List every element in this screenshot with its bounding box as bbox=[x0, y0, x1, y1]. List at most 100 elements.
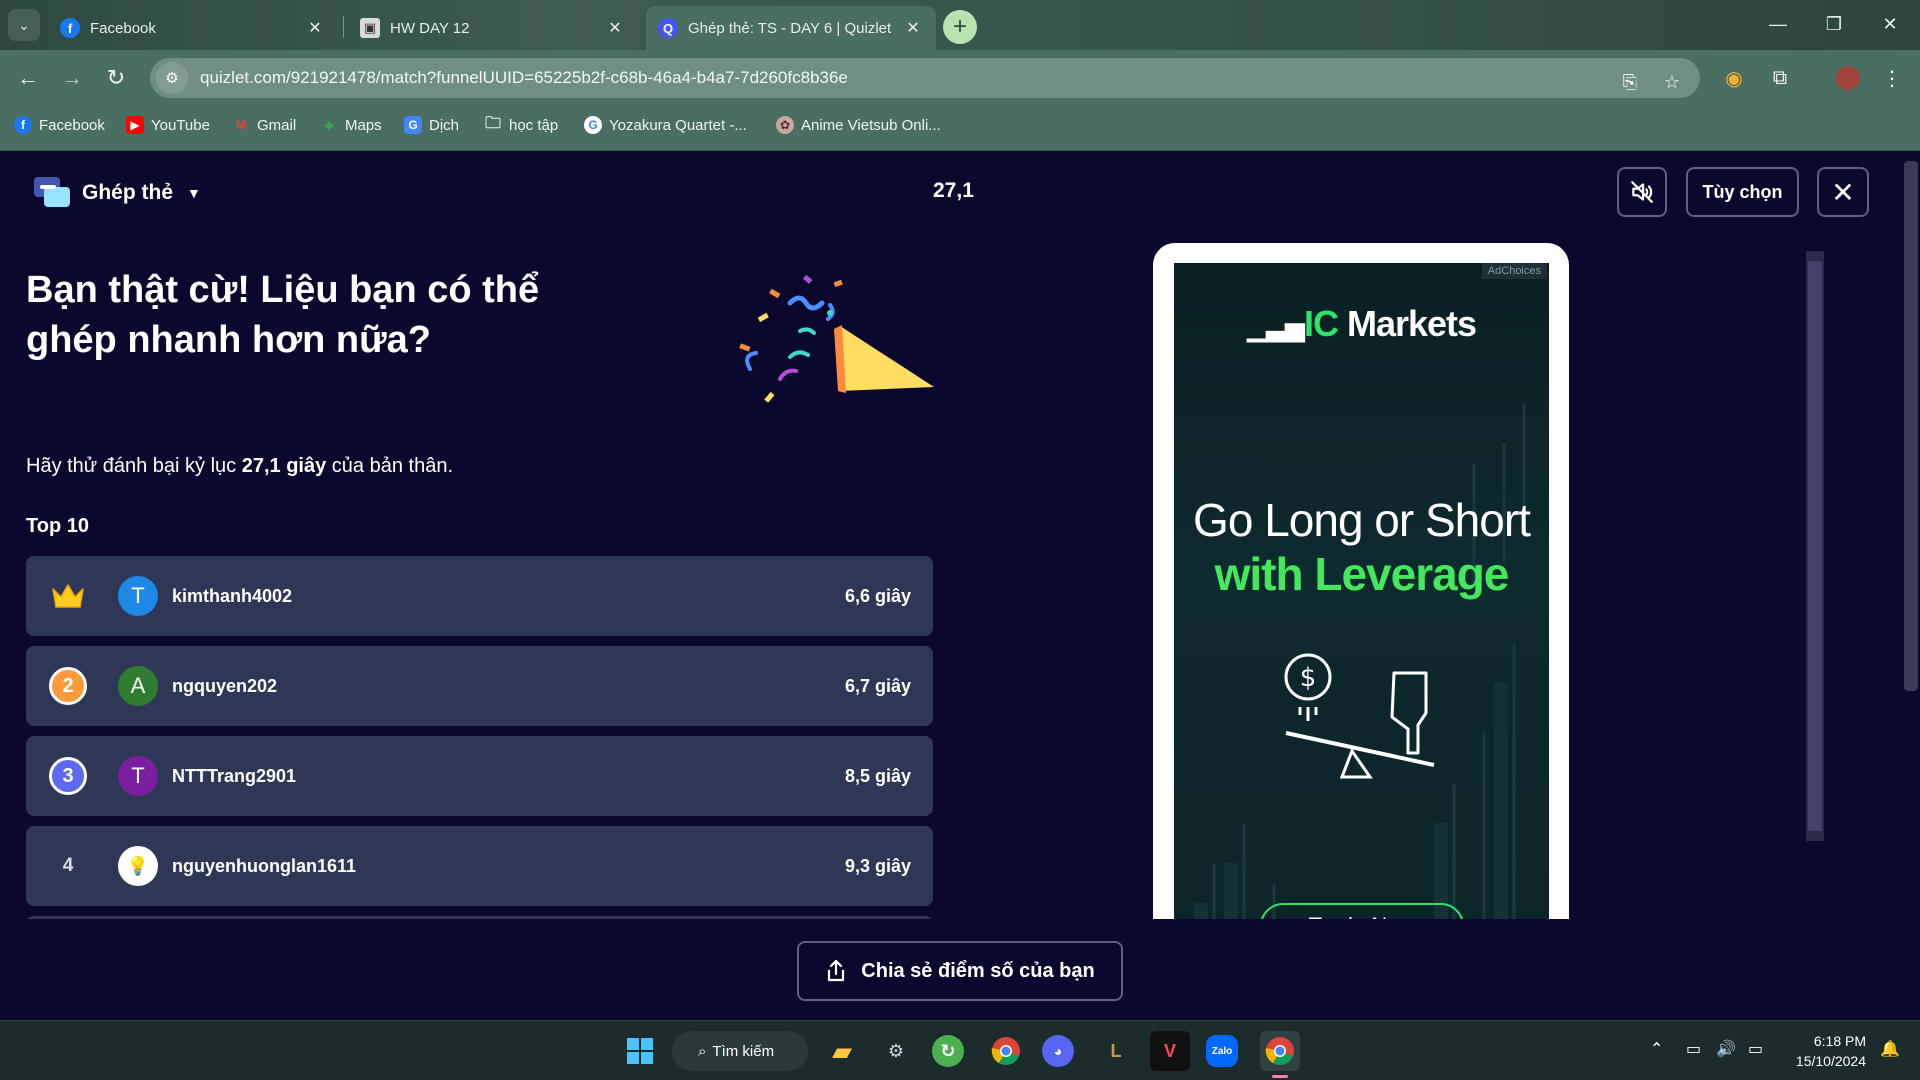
search-label: Tìm kiếm bbox=[712, 1042, 775, 1060]
ic-markets-ad[interactable]: AdChoices ▁▃▅IC Markets Go Long or Short… bbox=[1174, 263, 1549, 1020]
share-score-button[interactable]: Chia sẻ điểm số của bạn bbox=[797, 941, 1123, 1001]
chrome-icon[interactable] bbox=[986, 1031, 1026, 1071]
record-subtitle: Hãy thử đánh bại kỷ lục 27,1 giây của bả… bbox=[26, 455, 453, 478]
bookmark-dich[interactable]: G Dịch bbox=[404, 116, 459, 134]
notifications-bell-icon[interactable]: 🔔 bbox=[1880, 1039, 1900, 1059]
score: 6,6 giây bbox=[844, 585, 911, 606]
search-icon: ⌕ bbox=[698, 1042, 707, 1060]
username: ngquyen202 bbox=[172, 675, 278, 696]
bookmark-anime-vietsub[interactable]: ✿ Anime Vietsub Onli... bbox=[776, 116, 941, 134]
page-icon: ▣ bbox=[360, 18, 380, 38]
bookmark-label: học tập bbox=[509, 116, 559, 134]
restore-icon[interactable]: ❐ bbox=[1806, 0, 1862, 48]
windows-taskbar: ⌕ Tìm kiếm ▰ ⚙ ↻ ◕ L V Zalo ⌃ ▭ 🔊 ▭ 6:18… bbox=[0, 1020, 1920, 1080]
new-tab-button[interactable]: + bbox=[943, 10, 977, 44]
close-icon: ✕ bbox=[1831, 176, 1855, 208]
zalo-icon[interactable]: Zalo bbox=[1206, 1035, 1238, 1067]
personal-record: 27,1 giây bbox=[241, 455, 327, 477]
clock-date: 15/10/2024 bbox=[1795, 1053, 1866, 1069]
more-menu-icon[interactable]: ⋮ bbox=[1876, 62, 1908, 94]
tab-title: Facebook bbox=[90, 19, 156, 37]
tab-search-chevron-icon[interactable]: ⌄ bbox=[8, 9, 40, 41]
party-popper-icon bbox=[739, 274, 934, 403]
bookmark-yozakura[interactable]: G Yozakura Quartet -... bbox=[584, 116, 747, 134]
bookmark-folder-hoc-tap[interactable]: 🗀 học tập bbox=[484, 114, 559, 134]
extensions-puzzle-icon[interactable]: ⧉ bbox=[1764, 62, 1796, 94]
username: nguyenhuonglan1611 bbox=[172, 855, 357, 876]
avatar: T bbox=[118, 576, 158, 616]
leaderboard-row: T kimthanh4002 6,6 giây bbox=[26, 556, 933, 636]
discord-icon[interactable]: ◕ bbox=[1042, 1035, 1074, 1067]
reload-icon[interactable]: ↻ bbox=[100, 62, 132, 94]
network-icon[interactable]: ▭ bbox=[1686, 1039, 1701, 1059]
close-tab-icon[interactable]: ✕ bbox=[902, 18, 924, 38]
rank-medal: 2 bbox=[49, 667, 87, 705]
avatar: T bbox=[118, 756, 158, 796]
taskbar-search[interactable]: ⌕ Tìm kiếm bbox=[672, 1031, 808, 1071]
back-arrow-icon[interactable]: ← bbox=[12, 62, 44, 94]
bookmark-label: Gmail bbox=[257, 116, 297, 134]
translate-icon: G bbox=[404, 116, 422, 134]
minimize-icon[interactable]: — bbox=[1750, 0, 1806, 48]
site-info-icon[interactable]: ⚙ bbox=[156, 62, 188, 94]
tab-quizlet-match[interactable]: Q Ghép thẻ: TS - DAY 6 | Quizlet ✕ bbox=[646, 6, 936, 50]
steam-icon[interactable]: ⚙ bbox=[876, 1031, 916, 1071]
windows-start-icon[interactable] bbox=[620, 1031, 660, 1071]
valorant-icon[interactable]: V bbox=[1150, 1031, 1190, 1071]
battery-icon[interactable]: ▭ bbox=[1748, 1039, 1763, 1059]
tab-facebook[interactable]: f Facebook ✕ bbox=[48, 6, 338, 50]
league-of-legends-icon[interactable]: L bbox=[1096, 1031, 1136, 1071]
browser-tab-strip: ⌄ f Facebook ✕ ▣ HW DAY 12 ✕ Q Ghép thẻ:… bbox=[0, 0, 1920, 50]
gmail-icon: M bbox=[236, 118, 246, 132]
forward-arrow-icon[interactable]: → bbox=[56, 62, 88, 94]
score: 9,3 giây bbox=[844, 855, 911, 876]
share-label: Chia sẻ điểm số của bạn bbox=[861, 959, 1095, 982]
leaderboard-row: 3 T NTTTrang2901 8,5 giây bbox=[26, 736, 933, 816]
bookmark-maps[interactable]: ⬥ Maps bbox=[320, 116, 382, 134]
facebook-icon: f bbox=[60, 18, 80, 38]
close-match-button[interactable]: ✕ bbox=[1817, 167, 1869, 217]
quizlet-icon: Q bbox=[658, 18, 678, 38]
brand-suffix: Markets bbox=[1337, 303, 1477, 344]
bookmark-label: Maps bbox=[345, 116, 382, 134]
address-bar[interactable]: ⚙ quizlet.com/921921478/match?funnelUUID… bbox=[150, 58, 1700, 98]
chrome-active-icon[interactable] bbox=[1260, 1031, 1300, 1071]
rank-number: 4 bbox=[62, 855, 74, 876]
leaderboard-heading: Top 10 bbox=[26, 515, 89, 537]
page-scrollbar[interactable] bbox=[1904, 161, 1918, 691]
bookmark-label: Facebook bbox=[39, 116, 105, 134]
chevron-down-icon: ▼ bbox=[187, 185, 201, 201]
system-clock[interactable]: 6:18 PM 15/10/2024 bbox=[1786, 1031, 1866, 1071]
subtitle-text: của bản thân. bbox=[326, 455, 454, 477]
clock-time: 6:18 PM bbox=[1813, 1033, 1866, 1049]
google-icon: G bbox=[584, 116, 602, 134]
volume-icon[interactable]: 🔊 bbox=[1716, 1039, 1736, 1059]
close-tab-icon[interactable]: ✕ bbox=[304, 18, 326, 38]
file-explorer-icon[interactable]: ▰ bbox=[822, 1031, 862, 1071]
show-hidden-icons-chevron-icon[interactable]: ⌃ bbox=[1650, 1039, 1663, 1059]
scrollbar-thumb[interactable] bbox=[1808, 261, 1822, 831]
bookmark-star-icon[interactable]: ☆ bbox=[1656, 66, 1688, 98]
profile-avatar-icon[interactable] bbox=[1832, 62, 1864, 94]
options-button[interactable]: Tùy chọn bbox=[1686, 167, 1799, 217]
match-timer: 27,1 bbox=[933, 179, 974, 202]
bookmark-youtube[interactable]: ▶ YouTube bbox=[126, 116, 210, 134]
extension-burger-icon[interactable]: ◉ bbox=[1718, 62, 1750, 94]
rank-medal: 3 bbox=[49, 757, 87, 795]
mute-sound-button[interactable] bbox=[1617, 167, 1667, 217]
url-text[interactable]: quizlet.com/921921478/match?funnelUUID=6… bbox=[200, 68, 848, 88]
tab-title: Ghép thẻ: TS - DAY 6 | Quizlet bbox=[688, 19, 892, 37]
ad-scrollbar[interactable] bbox=[1806, 251, 1824, 841]
folder-icon: 🗀 bbox=[484, 114, 501, 132]
bookmark-label: Yozakura Quartet -... bbox=[609, 116, 747, 134]
options-label: Tùy chọn bbox=[1702, 181, 1783, 202]
install-app-icon[interactable]: ⎘ bbox=[1614, 66, 1646, 98]
tab-hw-day-12[interactable]: ▣ HW DAY 12 ✕ bbox=[348, 6, 638, 50]
study-mode-dropdown[interactable]: Ghép thẻ ▼ bbox=[34, 175, 201, 211]
bookmark-gmail[interactable]: M Gmail bbox=[232, 116, 296, 134]
close-window-icon[interactable]: ✕ bbox=[1862, 0, 1918, 48]
close-tab-icon[interactable]: ✕ bbox=[604, 18, 626, 38]
leverage-seesaw-icon: $ bbox=[1284, 653, 1435, 779]
green-app-icon[interactable]: ↻ bbox=[932, 1035, 964, 1067]
bookmark-facebook[interactable]: f Facebook bbox=[14, 116, 105, 134]
